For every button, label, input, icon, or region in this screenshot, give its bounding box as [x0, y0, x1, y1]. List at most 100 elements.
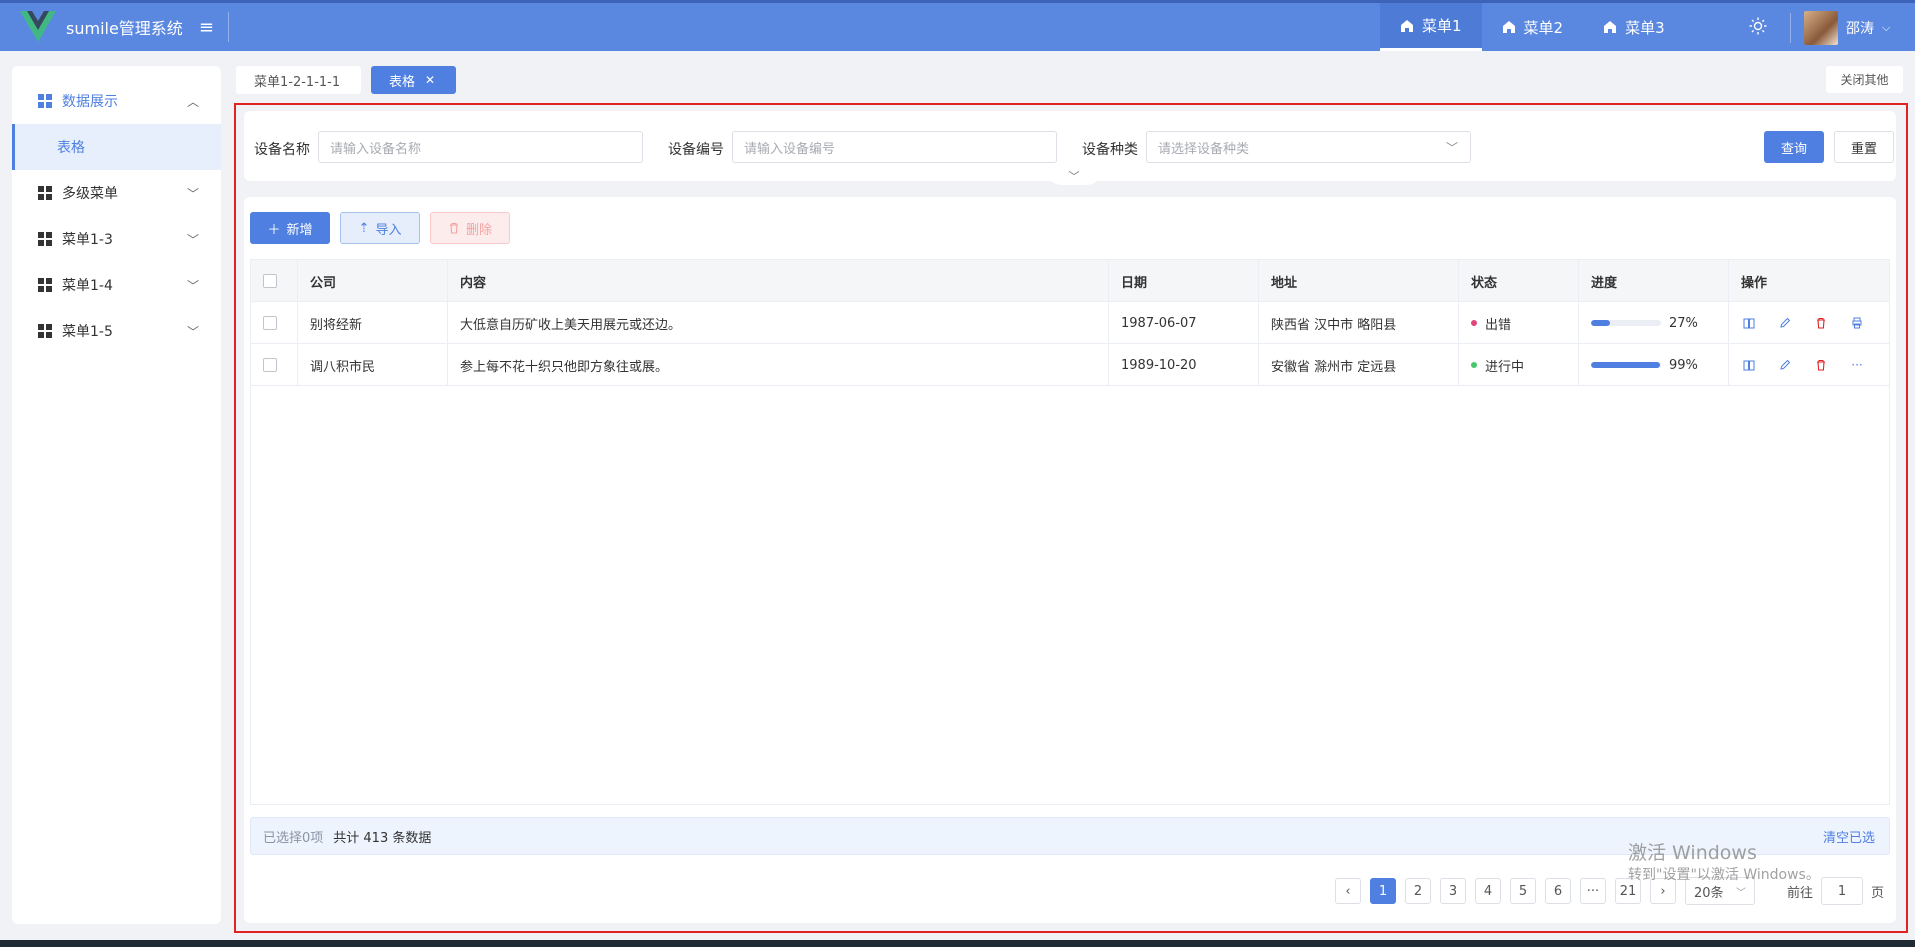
- edit-icon[interactable]: [1777, 357, 1793, 373]
- import-button[interactable]: ⇡ 导入: [340, 212, 420, 244]
- column-header[interactable]: 状态: [1459, 260, 1579, 302]
- page-number[interactable]: 3: [1440, 878, 1466, 904]
- chevron-down-icon: ﹀: [1445, 140, 1458, 155]
- sidebar-item-multilevel[interactable]: 多级菜单 ﹀: [12, 170, 221, 216]
- close-others-button[interactable]: 关闭其他: [1826, 66, 1903, 93]
- grid-icon: [38, 94, 52, 108]
- button-label: 删除: [465, 222, 492, 238]
- goto-page-input[interactable]: 1: [1821, 877, 1864, 905]
- close-icon[interactable]: ✕: [425, 73, 435, 87]
- date-cell: 1989-10-20: [1109, 344, 1259, 386]
- progress-text: 27%: [1669, 315, 1698, 331]
- more-icon[interactable]: ···: [1849, 357, 1865, 373]
- menu-toggle-icon[interactable]: ≡: [199, 17, 214, 38]
- prev-page-icon[interactable]: ‹: [1335, 878, 1361, 904]
- collapse-toggle-chevron-icon[interactable]: ﹀: [1044, 167, 1104, 185]
- row-checkbox-cell: [251, 302, 298, 344]
- page-size-select[interactable]: 20条 ﹀: [1685, 877, 1755, 905]
- top-menu-label: 菜单1: [1422, 17, 1462, 35]
- row-checkbox[interactable]: [263, 316, 277, 330]
- chevron-down-icon: ﹀: [186, 324, 199, 339]
- device-type-label: 设备种类: [1082, 142, 1138, 158]
- device-code-input[interactable]: 请输入设备编号: [732, 131, 1057, 163]
- button-label: 新增: [286, 222, 313, 238]
- grid-icon: [38, 324, 52, 338]
- next-page-icon[interactable]: ›: [1650, 878, 1676, 904]
- device-name-input[interactable]: 请输入设备名称: [318, 131, 643, 163]
- status-cell: 出错: [1459, 302, 1579, 344]
- input-placeholder: 请输入设备编号: [744, 141, 836, 157]
- tab-table[interactable]: 表格 ✕: [371, 66, 456, 94]
- sidebar: 数据展示 ︿ 表格 多级菜单 ﹀ 菜单1-3 ﹀ 菜单1-4 ﹀ 菜单1-5 ﹀: [12, 66, 221, 924]
- row-checkbox[interactable]: [263, 358, 277, 372]
- plus-icon: ＋: [267, 222, 281, 238]
- table-row[interactable]: 别将经新 大低意自历矿收上美天用展元或还边。 1987-06-07 陕西省 汉中…: [251, 302, 1889, 344]
- device-type-select[interactable]: 请选择设备种类 ﹀: [1146, 131, 1471, 163]
- progress-cell: 99%: [1579, 344, 1729, 386]
- clear-selection-link[interactable]: 清空已选: [1823, 827, 1875, 846]
- select-all-checkbox[interactable]: [263, 274, 277, 288]
- pagination: ‹ 1 2 3 4 5 6 ··· 21 › 20条 ﹀ 前往 1 页: [1335, 877, 1884, 905]
- column-header[interactable]: 进度: [1579, 260, 1729, 302]
- page-number[interactable]: 5: [1510, 878, 1536, 904]
- sidebar-item-data-display[interactable]: 数据展示 ︿: [12, 78, 221, 124]
- grid-icon: [38, 278, 52, 292]
- user-menu[interactable]: 邵涛 ⌵: [1804, 11, 1890, 45]
- tab-menu-1-2-1-1-1[interactable]: 菜单1-2-1-1-1: [236, 66, 361, 94]
- os-taskbar: [0, 940, 1915, 947]
- top-menu-item-2[interactable]: 菜单2: [1482, 3, 1584, 51]
- address-cell: 安徽省 滁州市 定远县: [1259, 344, 1459, 386]
- top-menu: 菜单1 菜单2 菜单3: [1380, 3, 1685, 51]
- header-divider: [227, 12, 229, 42]
- progress-text: 99%: [1669, 357, 1698, 373]
- sidebar-item-menu-1-5[interactable]: 菜单1-5 ﹀: [12, 308, 221, 354]
- page-number[interactable]: 4: [1475, 878, 1501, 904]
- view-icon[interactable]: [1741, 357, 1757, 373]
- edit-icon[interactable]: [1777, 315, 1793, 331]
- chevron-up-icon: ︿: [186, 94, 199, 109]
- sidebar-item-table[interactable]: 表格: [12, 124, 221, 170]
- app-title: sumile管理系统: [66, 19, 183, 38]
- total-count: 共计 413 条数据: [333, 830, 432, 846]
- sidebar-item-menu-1-3[interactable]: 菜单1-3 ﹀: [12, 216, 221, 262]
- reset-button[interactable]: 重置: [1834, 131, 1894, 163]
- page-number[interactable]: 1: [1370, 878, 1396, 904]
- user-name: 邵涛: [1846, 21, 1874, 37]
- page-number[interactable]: 6: [1545, 878, 1571, 904]
- page-ellipsis[interactable]: ···: [1580, 878, 1606, 904]
- actions-cell: [1729, 302, 1889, 344]
- column-header: 操作: [1741, 275, 1768, 291]
- top-menu-item-1[interactable]: 菜单1: [1380, 3, 1482, 51]
- column-header[interactable]: 地址: [1259, 260, 1459, 302]
- status-cell: 进行中: [1459, 344, 1579, 386]
- trash-icon[interactable]: [1813, 315, 1829, 331]
- view-icon[interactable]: [1741, 315, 1757, 331]
- print-icon[interactable]: [1849, 315, 1865, 331]
- table-row[interactable]: 调八积市民 参上每不花十织只他即方象往或展。 1989-10-20 安徽省 滁州…: [251, 344, 1889, 386]
- sidebar-item-menu-1-4[interactable]: 菜单1-4 ﹀: [12, 262, 221, 308]
- company-cell: 别将经新: [298, 302, 448, 344]
- device-name-label: 设备名称: [254, 142, 310, 158]
- page-number[interactable]: 21: [1615, 878, 1641, 904]
- delete-button[interactable]: 删除: [430, 212, 510, 244]
- query-button[interactable]: 查询: [1764, 131, 1824, 163]
- column-header[interactable]: 公司: [298, 260, 448, 302]
- sidebar-item-label: 菜单1-3: [62, 232, 113, 248]
- sidebar-item-label: 菜单1-4: [62, 278, 113, 294]
- add-button[interactable]: ＋ 新增: [250, 212, 330, 244]
- input-placeholder: 请输入设备名称: [330, 141, 422, 157]
- progress-fill: [1591, 320, 1610, 326]
- page-number[interactable]: 2: [1405, 878, 1431, 904]
- top-menu-label: 菜单3: [1625, 18, 1665, 37]
- status-dot: [1471, 362, 1477, 368]
- column-header[interactable]: 内容: [448, 260, 1109, 302]
- trash-icon[interactable]: [1813, 357, 1829, 373]
- theme-sun-icon[interactable]: [1748, 16, 1768, 36]
- progress-bar: [1591, 320, 1661, 326]
- column-header[interactable]: 日期: [1109, 260, 1259, 302]
- status-dot: [1471, 320, 1477, 326]
- top-menu-item-3[interactable]: 菜单3: [1583, 3, 1685, 51]
- progress-cell: 27%: [1579, 302, 1729, 344]
- goto-prefix: 前往: [1787, 885, 1814, 901]
- table-panel: ＋ 新增 ⇡ 导入 删除 公司 内容 日期 地址 状态 进度 操作 别将经新 大…: [244, 197, 1896, 923]
